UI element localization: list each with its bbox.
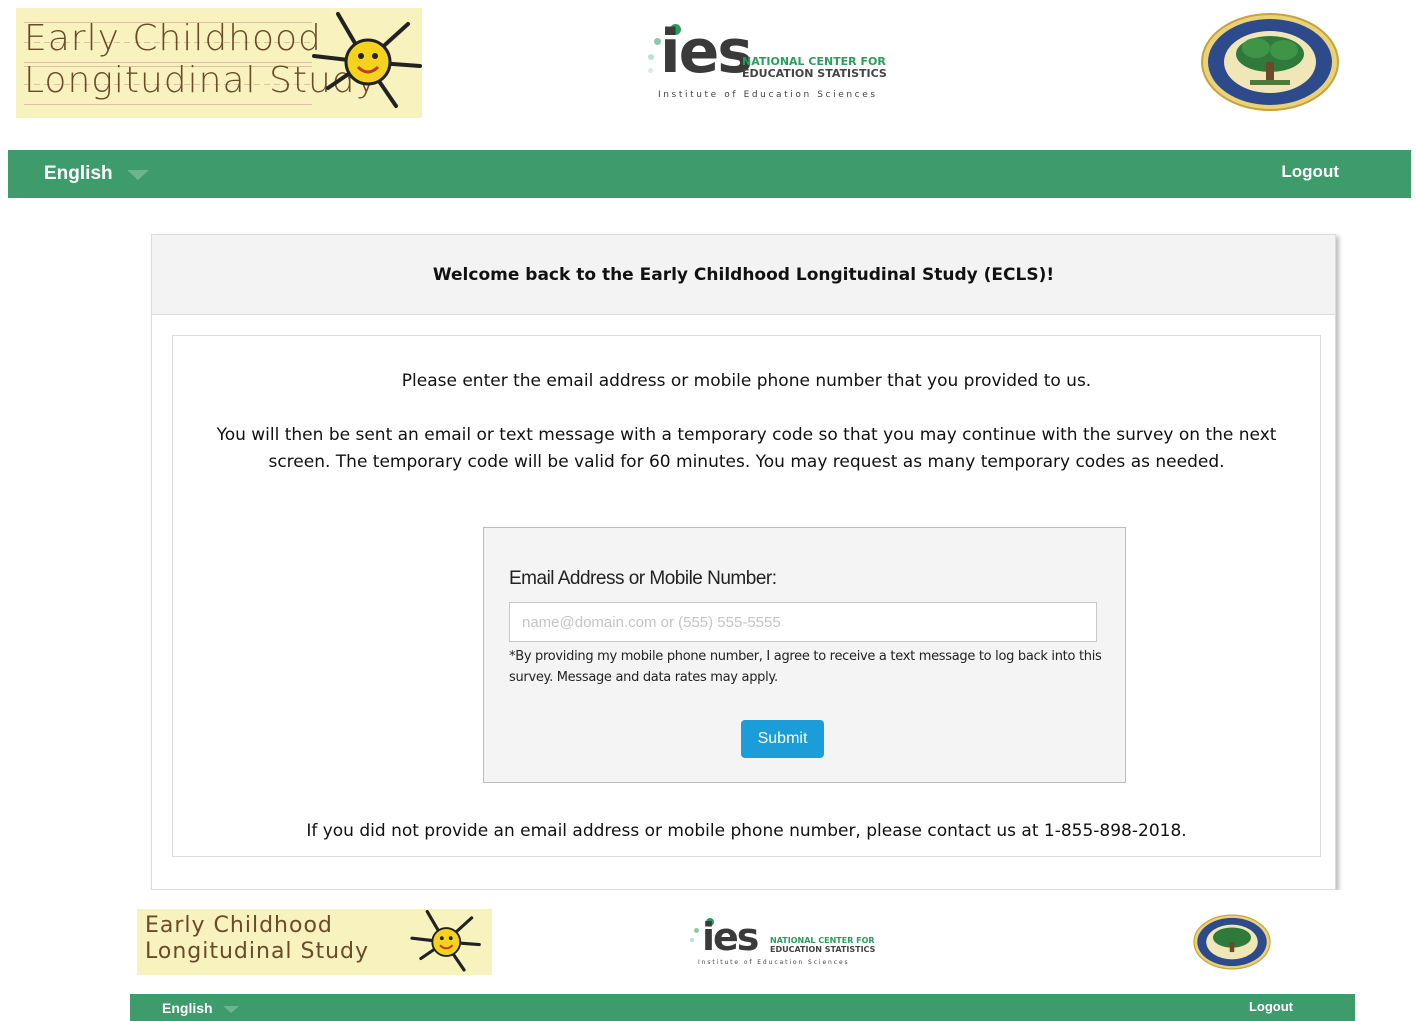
footer-nces-name-line1: NATIONAL CENTER FOR [770, 936, 875, 945]
chevron-down-icon [126, 170, 149, 180]
footer-ecls-logo: Early Childhood Longitudinal Study [137, 909, 492, 975]
instructions-text: You will then be sent an email or text m… [216, 425, 1277, 472]
footer-ies-tagline: Institute of Education Sciences [698, 959, 850, 966]
login-form: Email Address or Mobile Number: *By prov… [483, 527, 1126, 783]
card-header: Welcome back to the Early Childhood Long… [152, 235, 1335, 315]
footer-nces-name: NATIONAL CENTER FOR EDUCATION STATISTICS [770, 936, 875, 954]
ies-tagline: Institute of Education Sciences [658, 90, 878, 100]
language-label: English [44, 163, 113, 184]
footer-ies-logo: ies NATIONAL CENTER FOR EDUCATION STATIS… [686, 916, 901, 970]
ies-wordmark: ies [660, 17, 753, 87]
sms-disclaimer: *By providing my mobile phone number, I … [509, 649, 1102, 685]
footer-ies-wordmark: ies [702, 915, 759, 959]
card-body: Please enter the email address or mobile… [172, 335, 1321, 857]
nces-name-line2: EDUCATION STATISTICS [742, 67, 887, 80]
footer-ecls-logo-line1: Early Childhood [145, 913, 333, 938]
nces-name: NATIONAL CENTER FOR EDUCATION STATISTICS [742, 56, 887, 80]
footer-seal-icon [1172, 914, 1292, 970]
email-or-mobile-label: Email Address or Mobile Number: [509, 568, 777, 589]
department-of-education-seal-icon [1200, 12, 1340, 112]
sun-icon [310, 10, 422, 114]
intro-text: Please enter the email address or mobile… [401, 371, 1092, 391]
ecls-logo-line1: Early Childhood [24, 18, 322, 59]
footer-ecls-logo-line2: Longitudinal Study [145, 939, 370, 964]
language-dropdown[interactable]: English [44, 163, 149, 185]
logout-link[interactable]: Logout [1281, 162, 1339, 182]
footer-nav-bar: English Logout [130, 994, 1355, 1021]
footer-language-dropdown[interactable]: English [162, 1000, 239, 1016]
footer-nces-name-line2: EDUCATION STATISTICS [770, 945, 876, 954]
ecls-logo: Early Childhood Longitudinal Study [16, 8, 422, 118]
contact-text: If you did not provide an email address … [306, 821, 1187, 841]
email-or-mobile-input[interactable] [509, 602, 1097, 642]
footer-chevron-down-icon [222, 1005, 239, 1013]
top-nav-bar: English Logout [8, 150, 1411, 198]
page-title: Welcome back to the Early Childhood Long… [432, 264, 1055, 285]
footer-logout-link[interactable]: Logout [1249, 999, 1293, 1014]
site-header: Early Childhood Longitudinal Study ies N… [0, 0, 1416, 150]
footer-sun-icon [399, 909, 491, 975]
submit-button[interactable]: Submit [741, 720, 824, 758]
footer-language-label: English [162, 1000, 213, 1016]
ies-logo: ies NATIONAL CENTER FOR EDUCATION STATIS… [640, 20, 890, 110]
site-footer: Early Childhood Longitudinal Study ies N… [0, 890, 1416, 1021]
login-card: Welcome back to the Early Childhood Long… [151, 234, 1336, 890]
